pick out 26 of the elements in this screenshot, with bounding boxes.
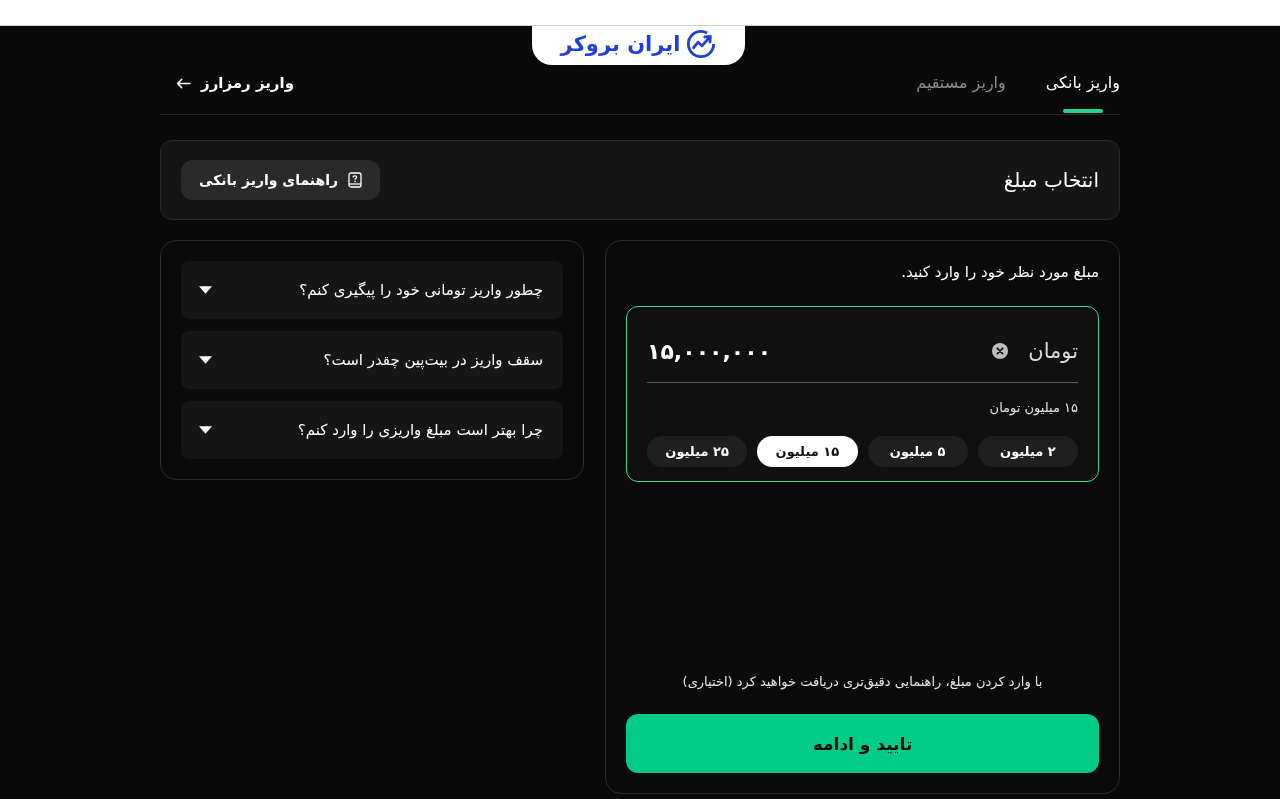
caret-down-icon: [199, 426, 212, 434]
tab[interactable]: واریز مستقیم: [916, 66, 1006, 114]
faq-item[interactable]: چرا بهتر است مبلغ واریزی را وارد کنم؟: [181, 401, 563, 459]
amount-preset-chip[interactable]: ۲ میلیون: [977, 436, 1078, 467]
amount-preset-chip[interactable]: ۱۵ میلیون: [757, 436, 858, 467]
amount-prompt: مبلغ مورد نظر خود را وارد کنید.: [900, 262, 1099, 283]
currency-label: تومان: [1028, 338, 1078, 365]
amount-preset-chip[interactable]: ۲۵ میلیون: [647, 436, 748, 467]
caret-down-icon: [199, 286, 212, 294]
caret-down-icon: [199, 356, 212, 364]
faq-item[interactable]: چطور واریز تومانی خود را پیگیری کنم؟: [181, 261, 563, 319]
arrow-left-icon: [176, 77, 191, 89]
guide-button[interactable]: راهنمای واریز بانکی: [181, 160, 381, 200]
confirm-button[interactable]: تایید و ادامه: [626, 714, 1099, 773]
amount-preset-chip[interactable]: ۵ میلیون: [867, 436, 968, 467]
brand-name: ایران بروکر: [560, 30, 681, 57]
faq-item[interactable]: سقف واریز در بیت‌پین چقدر است؟: [181, 331, 563, 389]
crypto-deposit-link[interactable]: واریز رمزارز: [160, 71, 294, 95]
logo-tab[interactable]: ایران بروکر: [532, 26, 745, 65]
amount-input[interactable]: ۱۵,۰۰۰,۰۰۰: [647, 333, 973, 369]
tab[interactable]: واریز بانکی: [1045, 66, 1120, 114]
hint-text: با وارد کردن مبلغ، راهنمایی دقیق‌تری دریافت خواهید کرد (اختیاری): [681, 673, 1044, 692]
clear-icon[interactable]: [992, 343, 1009, 359]
question-book-icon: [348, 172, 363, 188]
section-title: انتخاب مبلغ: [1003, 167, 1099, 194]
amount-in-words: ۱۵ میلیون تومان: [988, 399, 1078, 418]
